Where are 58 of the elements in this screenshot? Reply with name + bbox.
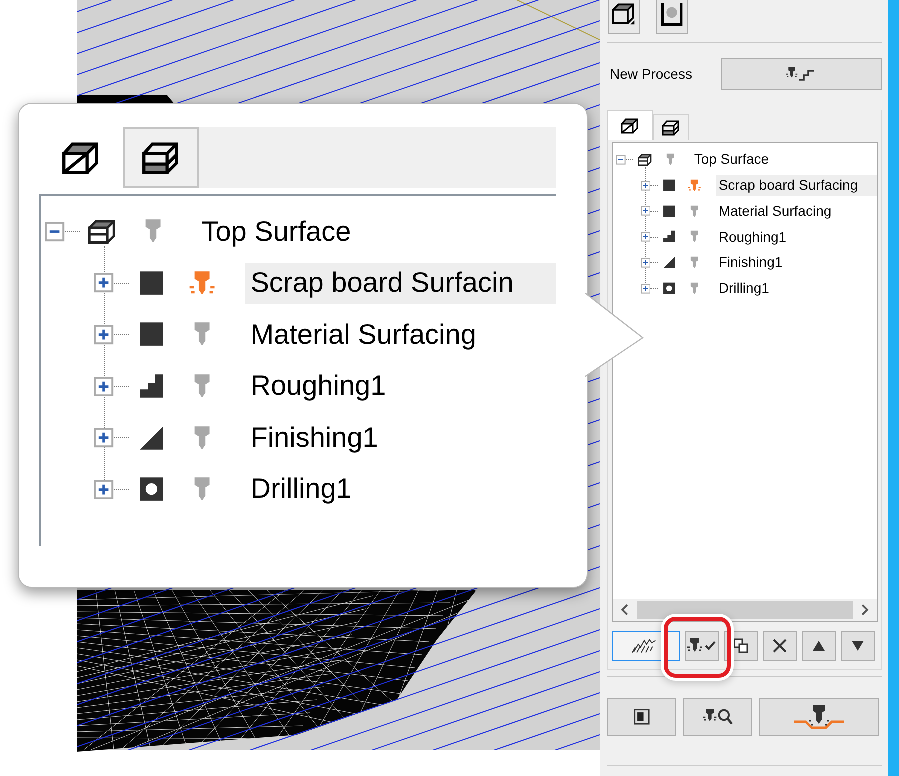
tree-item-label[interactable]: Drilling1 bbox=[245, 469, 556, 510]
action-button[interactable] bbox=[607, 698, 676, 736]
sphere-frame-icon bbox=[660, 2, 684, 26]
view-tab[interactable] bbox=[653, 114, 689, 140]
toolbar-button[interactable] bbox=[841, 631, 875, 661]
expand-toggle[interactable] bbox=[640, 232, 650, 242]
cube-icon bbox=[638, 153, 652, 167]
tree-item-label[interactable]: Scrap board Surfacin bbox=[245, 262, 556, 304]
tree-item-label[interactable]: Top Surface bbox=[196, 211, 556, 252]
action-button[interactable] bbox=[683, 698, 752, 736]
tree-item-label[interactable]: Roughing1 bbox=[716, 226, 877, 248]
view-button[interactable] bbox=[656, 0, 688, 34]
drill-cutting-icon bbox=[793, 704, 845, 730]
drill-search-icon bbox=[702, 708, 732, 726]
toolbar-button[interactable] bbox=[802, 631, 836, 661]
triangle-icon bbox=[662, 256, 677, 270]
expand-toggle[interactable] bbox=[640, 258, 650, 268]
toolbar-button[interactable] bbox=[685, 631, 719, 661]
collapse-toggle[interactable] bbox=[616, 154, 626, 165]
expand-toggle[interactable] bbox=[94, 324, 114, 345]
staircase-icon bbox=[662, 230, 677, 244]
copy-icon bbox=[733, 638, 749, 654]
tree-item-label[interactable]: Scrap board Surfacing bbox=[716, 175, 877, 196]
toolbar-button[interactable] bbox=[612, 631, 680, 661]
tree-item-label[interactable]: Roughing1 bbox=[245, 366, 556, 407]
expand-toggle[interactable] bbox=[94, 273, 114, 294]
view-tab[interactable] bbox=[607, 110, 653, 140]
cube-icon bbox=[88, 218, 118, 246]
tree-item-label[interactable]: Finishing1 bbox=[716, 252, 877, 274]
drill-steps-icon bbox=[786, 65, 816, 83]
expand-toggle[interactable] bbox=[640, 180, 650, 191]
cube-icon bbox=[621, 118, 639, 134]
tree-item-label[interactable]: Finishing1 bbox=[245, 418, 556, 458]
toolbar-button[interactable] bbox=[763, 631, 797, 661]
tree-item-label[interactable]: Top Surface bbox=[692, 150, 877, 170]
square-with-hole-icon bbox=[662, 282, 677, 296]
filled-square-icon bbox=[662, 178, 677, 192]
cube-icon bbox=[612, 2, 636, 26]
collapse-toggle[interactable] bbox=[45, 222, 65, 242]
filled-square-icon bbox=[662, 204, 677, 218]
framed-square-icon bbox=[634, 709, 650, 725]
expand-toggle[interactable] bbox=[640, 284, 650, 294]
horizontal-scrollbar[interactable] bbox=[613, 599, 877, 621]
tree-item-label[interactable]: Material Surfacing bbox=[245, 314, 556, 356]
action-button[interactable] bbox=[759, 698, 879, 736]
expand-toggle[interactable] bbox=[94, 428, 114, 448]
x-icon bbox=[772, 638, 788, 654]
view-tab[interactable] bbox=[123, 127, 199, 188]
tree-item-label[interactable]: Drilling1 bbox=[716, 278, 877, 299]
cube-icon bbox=[662, 120, 680, 136]
expand-toggle[interactable] bbox=[640, 206, 650, 216]
cube-icon bbox=[62, 140, 100, 174]
expand-toggle[interactable] bbox=[94, 376, 114, 396]
expand-toggle[interactable] bbox=[94, 480, 114, 500]
new-process-label: New Process bbox=[609, 66, 694, 82]
view-button[interactable] bbox=[608, 0, 640, 34]
cube-icon bbox=[142, 140, 180, 174]
tree-item-label[interactable]: Material Surfacing bbox=[716, 201, 877, 222]
